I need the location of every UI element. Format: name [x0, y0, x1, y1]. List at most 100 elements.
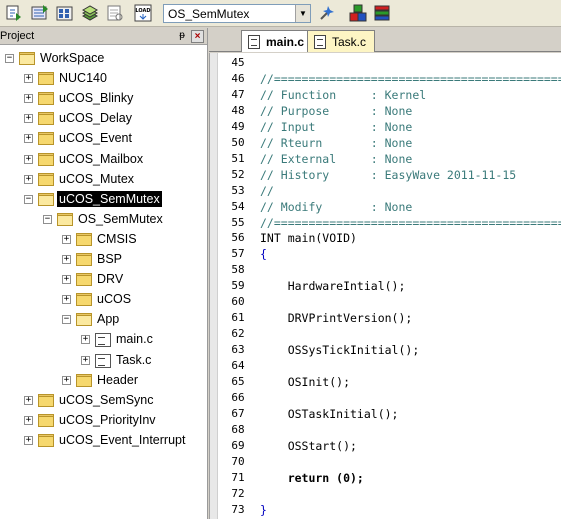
tab-main-c[interactable]: main.c: [241, 30, 314, 52]
code-line: 47 // Function : Kernel: [218, 87, 561, 103]
tree-item-label: OS_SemMutex: [78, 211, 163, 226]
code-text: OSStart();: [260, 438, 357, 453]
code-line: 57 {: [218, 246, 561, 262]
expand-icon[interactable]: +: [24, 94, 33, 104]
tree-item[interactable]: + CMSIS: [0, 230, 207, 250]
line-number: 63: [231, 343, 245, 357]
manage-components-icon[interactable]: [348, 3, 368, 23]
tree-item-label: uCOS: [97, 292, 132, 307]
tree-item[interactable]: + main.c: [0, 330, 207, 350]
tree-item[interactable]: + Task.c: [0, 351, 207, 371]
tree-item[interactable]: − OS_SemMutex: [0, 210, 207, 230]
close-icon[interactable]: ×: [191, 30, 204, 43]
code-editor[interactable]: 45 46 //==================================…: [209, 53, 561, 519]
code-line: 55 //====================================…: [218, 215, 561, 231]
code-text: OSInit();: [260, 375, 351, 389]
line-number: 48: [231, 103, 245, 117]
collapse-icon[interactable]: −: [5, 54, 14, 63]
expand-icon[interactable]: +: [24, 74, 33, 84]
expand-icon[interactable]: +: [24, 154, 33, 164]
line-number: 60: [231, 295, 245, 309]
tree-item[interactable]: + DRV: [0, 270, 207, 290]
folder-icon: [38, 172, 54, 187]
expand-icon[interactable]: +: [24, 415, 33, 425]
expand-icon[interactable]: +: [62, 295, 71, 305]
build-icon[interactable]: [30, 3, 50, 23]
expand-icon[interactable]: +: [24, 395, 33, 405]
expand-icon[interactable]: +: [81, 355, 90, 365]
collapse-icon[interactable]: −: [62, 315, 71, 325]
translate-icon[interactable]: [4, 3, 24, 23]
tree-item[interactable]: + uCOS_Blinky: [0, 89, 207, 109]
collapse-icon[interactable]: −: [24, 194, 33, 204]
folder-icon: [38, 72, 54, 86]
stop-build-icon[interactable]: [105, 3, 125, 23]
folder-icon: [38, 152, 54, 167]
line-number: 68: [231, 422, 245, 436]
tree-item[interactable]: − uCOS_SemMutex: [0, 190, 207, 210]
collapse-icon[interactable]: −: [43, 214, 52, 224]
code-text: {: [260, 247, 267, 262]
svg-text:LOAD: LOAD: [135, 8, 150, 14]
tree-item-label: main.c: [116, 332, 153, 347]
code-line: 59 HardwareIntial();: [218, 278, 561, 294]
tree-item-label: uCOS_SemMutex: [57, 190, 162, 207]
folder-icon: [38, 433, 54, 448]
line-number: 73: [231, 502, 245, 516]
tree-item[interactable]: + uCOS_SemSync: [0, 391, 207, 411]
code-text: // Purpose : None: [260, 103, 413, 118]
code-line: 49 // Input : None: [218, 119, 561, 135]
tree-item[interactable]: + uCOS_Event: [0, 129, 207, 149]
expand-icon[interactable]: +: [24, 114, 33, 124]
expand-icon[interactable]: +: [62, 234, 71, 244]
tab-task-c[interactable]: Task.c: [307, 30, 376, 52]
pin-icon[interactable]: ᵽ: [176, 30, 188, 42]
expand-icon[interactable]: +: [62, 375, 71, 385]
expand-icon[interactable]: +: [62, 275, 71, 285]
code-text: OSSysTickInitial();: [260, 343, 420, 358]
line-number: 45: [231, 56, 245, 69]
tree-item[interactable]: + uCOS_PriorityInv: [0, 411, 207, 431]
line-number: 52: [231, 167, 245, 181]
tree-item-label: App: [97, 312, 120, 327]
tree-item[interactable]: + uCOS: [0, 290, 207, 310]
tree-item[interactable]: + NUC140: [0, 69, 207, 89]
tree-item-label: DRV: [97, 272, 124, 287]
tree-item[interactable]: + uCOS_Mutex: [0, 170, 207, 190]
expand-icon[interactable]: +: [62, 255, 71, 264]
select-packs-icon[interactable]: [372, 3, 392, 23]
chevron-down-icon[interactable]: ▼: [295, 5, 310, 22]
code-text: }: [260, 502, 267, 517]
tree-item[interactable]: + uCOS_Delay: [0, 109, 207, 129]
folder-open-icon: [19, 52, 35, 66]
code-text: INT main(VOID): [260, 231, 357, 246]
tree-item[interactable]: − App: [0, 310, 207, 330]
project-panel: Project ᵽ × − WorkSpace + NUC140 + uCOS_Blink…: [0, 28, 208, 519]
expand-icon[interactable]: +: [24, 134, 33, 144]
code-line: 46 //====================================…: [218, 71, 561, 87]
target-select[interactable]: OS_SemMutex ▼: [163, 4, 311, 23]
code-line: 48 // Purpose : None: [218, 103, 561, 119]
line-number: 64: [231, 359, 245, 373]
code-text: //: [260, 183, 274, 198]
tree-item[interactable]: + Header: [0, 371, 207, 391]
folder-open-icon: [38, 192, 54, 207]
code-text: OSTaskInitial();: [260, 406, 399, 421]
target-options-icon[interactable]: [317, 3, 337, 23]
toolbar: LOAD OS_SemMutex ▼: [0, 0, 561, 27]
tree-item-label: uCOS_Mutex: [59, 171, 135, 186]
tree-item[interactable]: + uCOS_Mailbox: [0, 150, 207, 170]
line-number: 56: [231, 231, 245, 245]
expand-icon[interactable]: +: [24, 435, 33, 445]
code-line: 63 OSSysTickInitial();: [218, 342, 561, 358]
code-line: 50 // Rteurn : None: [218, 135, 561, 151]
load-icon[interactable]: LOAD: [133, 3, 153, 23]
tree-item[interactable]: + uCOS_Event_Interrupt: [0, 431, 207, 451]
expand-icon[interactable]: +: [81, 335, 90, 345]
tree-item[interactable]: − WorkSpace: [0, 49, 207, 69]
expand-icon[interactable]: +: [24, 174, 33, 184]
tree-item[interactable]: + BSP: [0, 250, 207, 270]
rebuild-icon[interactable]: [55, 3, 75, 23]
batch-build-icon[interactable]: [80, 3, 100, 23]
project-panel-title: Project: [0, 30, 35, 42]
